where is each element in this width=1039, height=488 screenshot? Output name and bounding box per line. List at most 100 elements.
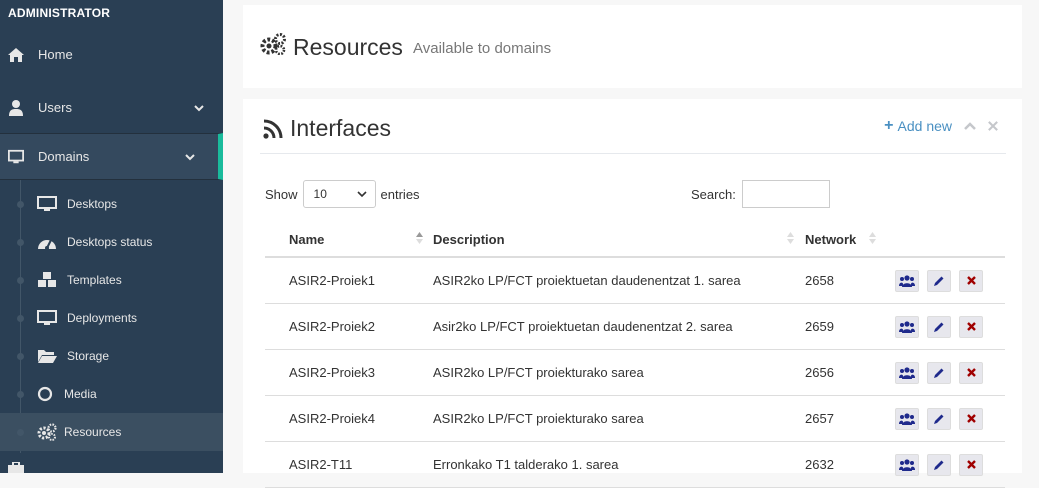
submenu-item-resources[interactable]: Resources	[0, 413, 223, 451]
cogs-icon	[37, 423, 57, 441]
column-header-network[interactable]: Network	[804, 222, 878, 258]
pencil-icon	[933, 321, 945, 333]
page-title: Resources	[293, 34, 403, 60]
entries-control: Show 10 entries	[265, 180, 420, 208]
add-new-button[interactable]: + Add new	[884, 117, 952, 135]
search-control: Search:	[691, 180, 830, 208]
sidebar-item-domains[interactable]: Domains	[0, 133, 223, 180]
edit-button[interactable]	[927, 407, 951, 430]
delete-button[interactable]	[959, 269, 983, 292]
table-row[interactable]: ASIR2-Proiek2 Asir2ko LP/FCT proiektuetan…	[265, 303, 1005, 350]
cell-network: 2657	[804, 395, 878, 442]
submenu-item-templates[interactable]: Templates	[0, 261, 223, 299]
cell-description: ASIR2ko LP/FCT proiekturako sarea	[433, 395, 804, 442]
header-label: Network	[805, 231, 857, 247]
submenu-item-deployments[interactable]: Deployments	[0, 299, 223, 337]
column-header-description[interactable]: Description	[433, 222, 804, 258]
header-label: Description	[433, 231, 505, 247]
page-subtitle: Available to domains	[413, 40, 552, 57]
edit-button[interactable]	[927, 453, 951, 476]
allowed-users-button[interactable]	[895, 315, 919, 338]
show-label: Show	[265, 186, 298, 202]
sidebar-header: ADMINISTRATOR	[8, 6, 111, 20]
cell-name: ASIR2-Proiek4	[265, 395, 433, 442]
close-icon	[966, 414, 976, 423]
delete-button[interactable]	[959, 407, 983, 430]
allowed-users-button[interactable]	[895, 361, 919, 384]
entries-select[interactable]: 10	[302, 180, 376, 208]
cell-name: ASIR2-Proiek2	[265, 303, 433, 350]
users-icon	[899, 274, 915, 287]
edit-button[interactable]	[927, 361, 951, 384]
entries-value: 10	[313, 187, 327, 201]
chevron-down-icon	[194, 104, 204, 111]
edit-button[interactable]	[927, 315, 951, 338]
table-row[interactable]: ASIR2-Proiek3 ASIR2ko LP/FCT proiekturako…	[265, 349, 1005, 396]
interfaces-table: Name Description Network ASIR2-Proiek1 AS…	[265, 222, 1005, 488]
desktop-icon	[37, 309, 57, 327]
users-icon	[899, 412, 915, 425]
submenu-label: Desktops	[67, 197, 118, 211]
cell-description: ASIR2ko LP/FCT proiekturako sarea	[433, 349, 804, 396]
allowed-users-button[interactable]	[895, 407, 919, 430]
column-header-name[interactable]: Name	[265, 222, 433, 258]
search-input[interactable]	[741, 180, 830, 208]
table-row[interactable]: ASIR2-Proiek4 ASIR2ko LP/FCT proiekturako…	[265, 395, 1005, 442]
cogs-icon	[260, 33, 286, 55]
submenu-label: Resources	[64, 425, 122, 439]
circle-icon	[37, 385, 53, 403]
folder-open-icon	[37, 347, 57, 365]
interfaces-panel: Interfaces + Add new Show 10 entries Sea…	[243, 99, 1022, 488]
submenu-item-desktops[interactable]: Desktops	[0, 185, 223, 223]
users-icon	[899, 320, 915, 333]
sidebar: ADMINISTRATOR Home Users Domains Desktop…	[0, 0, 223, 473]
allowed-users-button[interactable]	[895, 269, 919, 292]
row-actions	[879, 315, 1004, 338]
search-label: Search:	[691, 186, 736, 202]
cell-actions	[878, 303, 1005, 350]
sidebar-item-home[interactable]: Home	[0, 27, 223, 82]
sidebar-item-users[interactable]: Users	[0, 82, 223, 133]
cell-name: ASIR2-Proiek1	[265, 257, 433, 304]
page-header: Resources Available to domains	[243, 5, 1022, 88]
panel-title: Interfaces	[263, 115, 391, 142]
submenu-label: Storage	[67, 349, 110, 363]
delete-button[interactable]	[959, 315, 983, 338]
sidebar-item-label: Domains	[38, 149, 90, 164]
row-actions	[879, 453, 1004, 476]
close-icon	[966, 460, 976, 469]
close-icon	[966, 368, 976, 377]
header-label: Name	[289, 231, 325, 247]
panel-tools: + Add new	[884, 117, 998, 135]
close-icon[interactable]	[988, 121, 998, 131]
submenu-label: Templates	[67, 273, 122, 287]
submenu-item-storage[interactable]: Storage	[0, 337, 223, 375]
cell-name: ASIR2-Proiek3	[265, 349, 433, 396]
close-icon	[966, 276, 976, 285]
divider	[260, 153, 1006, 154]
column-header-actions	[878, 222, 1005, 258]
pencil-icon	[933, 413, 945, 425]
chevron-down-icon	[356, 191, 367, 198]
delete-button[interactable]	[959, 361, 983, 384]
table-row[interactable]: ASIR2-T11 Erronkako T1 talderako 1. sarea…	[265, 441, 1005, 488]
panel-title-text: Interfaces	[290, 115, 391, 141]
submenu-item-desktops-status[interactable]: Desktops status	[0, 223, 223, 261]
table-header-row: Name Description Network	[265, 222, 1005, 258]
cubes-icon	[37, 271, 57, 289]
domains-submenu: Desktops Desktops status Templates Deplo…	[0, 180, 223, 453]
sidebar-item-label: Home	[38, 47, 73, 62]
sort-asc-icon	[416, 232, 423, 244]
delete-button[interactable]	[959, 453, 983, 476]
sidebar-item-label: Users	[38, 100, 72, 115]
chevron-down-icon	[185, 153, 195, 160]
cell-description: Asir2ko LP/FCT proiektuetan daudenentzat…	[433, 303, 804, 350]
pencil-icon	[933, 459, 945, 471]
allowed-users-button[interactable]	[895, 453, 919, 476]
table-row[interactable]: ASIR2-Proiek1 ASIR2ko LP/FCT proiektuetan…	[265, 257, 1005, 304]
users-icon	[899, 458, 915, 471]
submenu-label: Desktops status	[67, 235, 153, 249]
submenu-item-media[interactable]: Media	[0, 375, 223, 413]
edit-button[interactable]	[927, 269, 951, 292]
chevron-up-icon[interactable]	[964, 120, 976, 132]
